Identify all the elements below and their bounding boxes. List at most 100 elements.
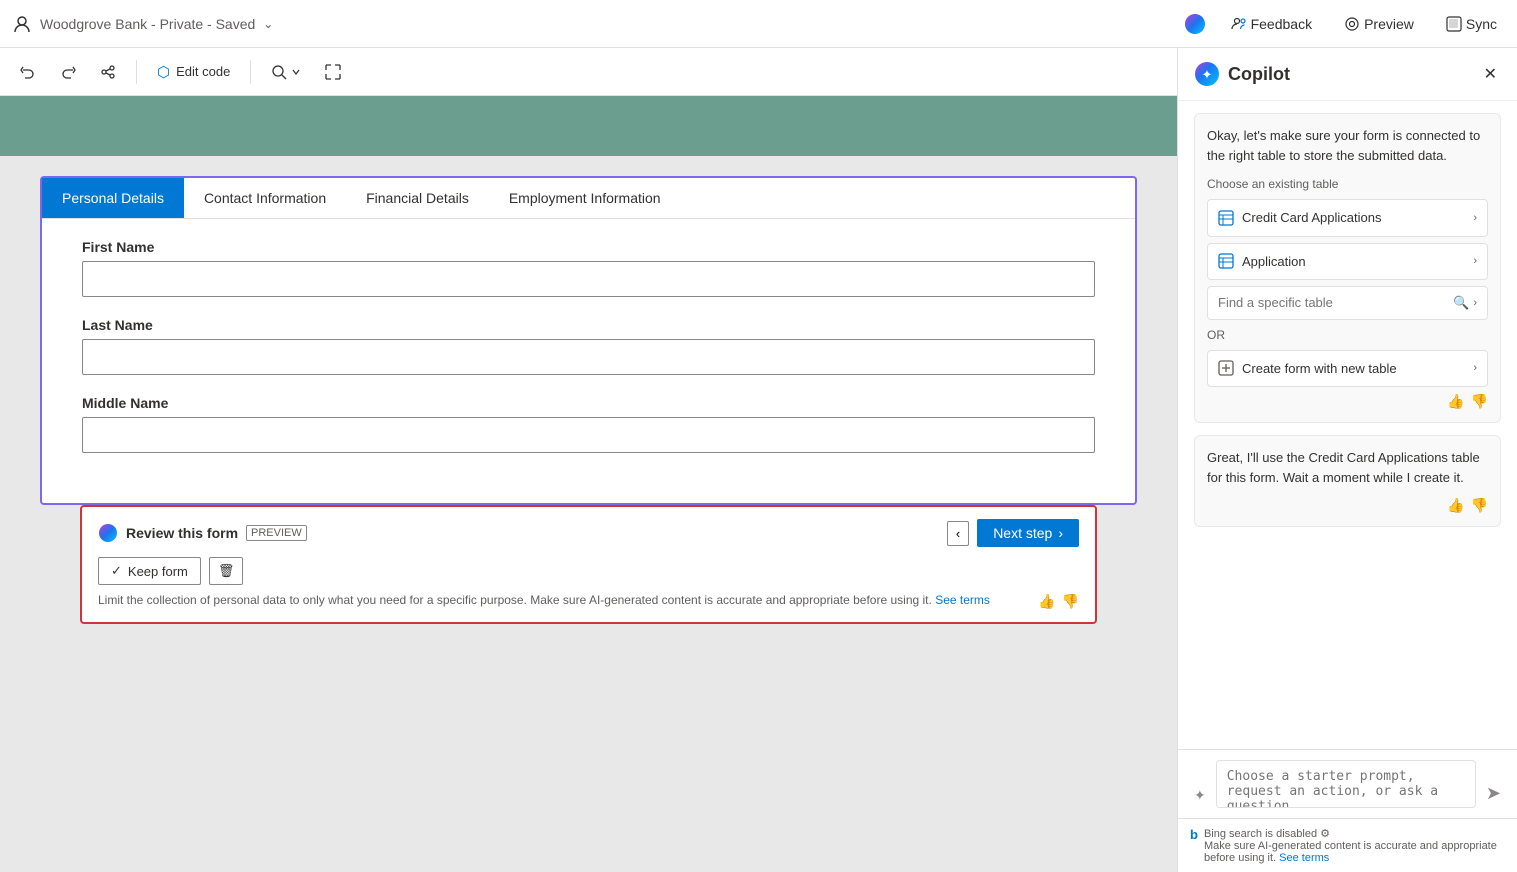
- copilot-chat-input[interactable]: [1216, 760, 1476, 808]
- table-option-credit-card[interactable]: Credit Card Applications ›: [1207, 199, 1488, 237]
- delete-button[interactable]: 🗑: [209, 557, 244, 585]
- msg2-thumbs-down[interactable]: 👎: [1471, 497, 1488, 514]
- toolbar-separator: [136, 60, 137, 84]
- sync-label: Sync: [1466, 16, 1497, 32]
- copilot-header: ✦ Copilot ✕: [1178, 48, 1517, 101]
- copilot-message-2: Great, I'll use the Credit Card Applicat…: [1194, 435, 1501, 527]
- bing-gear-icon[interactable]: ⚙: [1320, 828, 1330, 840]
- bing-footer-content: Bing search is disabled ⚙ Make sure AI-g…: [1204, 827, 1505, 864]
- create-table-icon: [1218, 360, 1234, 376]
- msg1-thumbs-down[interactable]: 👎: [1471, 393, 1488, 410]
- sync-button[interactable]: Sync: [1438, 12, 1505, 36]
- review-title: Review this form: [126, 525, 238, 541]
- bing-label: Bing search is disabled: [1204, 828, 1317, 840]
- bing-footer: b Bing search is disabled ⚙ Make sure AI…: [1178, 818, 1517, 872]
- zoom-chevron-icon: [291, 67, 301, 77]
- table-option-chevron-1: ›: [1473, 210, 1477, 227]
- title-chevron-icon[interactable]: ⌄: [263, 17, 273, 31]
- partial-hidden-field: [82, 473, 1095, 483]
- see-terms-link[interactable]: See terms: [935, 593, 990, 607]
- review-disclaimer: Limit the collection of personal data to…: [98, 593, 1079, 610]
- preview-button[interactable]: Preview: [1336, 12, 1422, 36]
- feedback-button[interactable]: Feedback: [1223, 12, 1320, 36]
- find-table-input[interactable]: [1218, 295, 1453, 310]
- preview-label: Preview: [1364, 16, 1414, 32]
- tab-contact-information[interactable]: Contact Information: [184, 178, 346, 218]
- vscode-icon: ⬡: [157, 63, 170, 81]
- msg2-thumbs-up[interactable]: 👍: [1447, 497, 1464, 514]
- next-step-arrow-icon: ›: [1058, 525, 1063, 541]
- create-table-label: Create form with new table: [1242, 359, 1397, 379]
- keep-form-button[interactable]: ✓ Keep form: [98, 557, 201, 585]
- disclaimer-text: Limit the collection of personal data to…: [98, 593, 1038, 607]
- table-option-name-1: Credit Card Applications: [1242, 208, 1381, 228]
- undo-button[interactable]: [12, 60, 44, 84]
- copilot-sparkle-button[interactable]: ✦: [1190, 783, 1210, 808]
- copilot-send-button[interactable]: ➤: [1482, 779, 1505, 808]
- search-icon: 🔍: [1453, 293, 1469, 313]
- copilot-header-icon: ✦: [1194, 61, 1220, 87]
- msg1-thumbs-up[interactable]: 👍: [1447, 393, 1464, 410]
- canvas-scroll[interactable]: Personal Details Contact Information Fin…: [0, 96, 1177, 872]
- middle-name-input[interactable]: [82, 417, 1095, 453]
- first-name-field: First Name: [82, 239, 1095, 297]
- review-feedback: 👍 👎: [1038, 593, 1079, 610]
- create-table-chevron: ›: [1473, 360, 1477, 377]
- fullscreen-button[interactable]: [317, 60, 349, 84]
- thumbs-down-button[interactable]: 👎: [1062, 593, 1079, 610]
- feedback-people-icon: [1231, 16, 1247, 32]
- topbar-right: Feedback Preview Sync: [1183, 12, 1505, 36]
- bing-footer-text: Make sure AI-generated content is accura…: [1204, 840, 1497, 864]
- next-step-label: Next step: [993, 525, 1052, 541]
- tab-personal-details[interactable]: Personal Details: [42, 178, 184, 218]
- preview-icon: [1344, 16, 1360, 32]
- app-subtitle: - Private - Saved: [151, 16, 255, 32]
- bing-icon: b: [1190, 827, 1198, 842]
- last-name-label: Last Name: [82, 317, 1095, 333]
- last-name-field: Last Name: [82, 317, 1095, 375]
- table-option-left-2: Application: [1218, 252, 1306, 272]
- nav-prev-button[interactable]: ‹: [947, 521, 969, 546]
- connect-button[interactable]: [92, 60, 124, 84]
- tab-employment-information[interactable]: Employment Information: [489, 178, 681, 218]
- redo-icon: [60, 64, 76, 80]
- create-table-left: Create form with new table: [1218, 359, 1397, 379]
- edit-code-label: Edit code: [176, 64, 230, 79]
- form-outer: Personal Details Contact Information Fin…: [40, 176, 1137, 624]
- last-name-input[interactable]: [82, 339, 1095, 375]
- sync-icon: [1446, 16, 1462, 32]
- svg-text:✦: ✦: [1202, 67, 1213, 82]
- choose-table-label: Choose an existing table: [1207, 175, 1488, 193]
- find-table-search[interactable]: 🔍 ›: [1207, 286, 1488, 320]
- form-header-band: [0, 96, 1177, 156]
- user-icon: [12, 14, 32, 34]
- table-option-application[interactable]: Application ›: [1207, 243, 1488, 281]
- tab-financial-details[interactable]: Financial Details: [346, 178, 489, 218]
- first-name-input[interactable]: [82, 261, 1095, 297]
- topbar: Woodgrove Bank - Private - Saved ⌄: [0, 0, 1517, 48]
- table-option-name-2: Application: [1242, 252, 1306, 272]
- first-name-label: First Name: [82, 239, 1095, 255]
- copilot-msg2-text: Great, I'll use the Credit Card Applicat…: [1207, 448, 1488, 487]
- review-bar-top: Review this form PREVIEW ‹ Next step ›: [98, 519, 1079, 547]
- edit-code-button[interactable]: ⬡ Edit code: [149, 59, 238, 85]
- next-step-button[interactable]: Next step ›: [977, 519, 1079, 547]
- topbar-left: Woodgrove Bank - Private - Saved ⌄: [12, 14, 1175, 34]
- toolbar-separator2: [250, 60, 251, 84]
- connect-icon: [100, 64, 116, 80]
- topbar-title: Woodgrove Bank - Private - Saved: [40, 16, 255, 32]
- review-bar-nav: ‹ Next step ›: [947, 519, 1079, 547]
- thumbs-up-button[interactable]: 👍: [1038, 593, 1055, 610]
- close-copilot-button[interactable]: ✕: [1480, 60, 1501, 88]
- form-container: Personal Details Contact Information Fin…: [40, 176, 1137, 505]
- bing-see-terms-link[interactable]: See terms: [1279, 852, 1329, 864]
- find-table-chevron: ›: [1473, 295, 1477, 312]
- copilot-msg1-text: Okay, let's make sure your form is conne…: [1207, 126, 1488, 165]
- copilot-icon[interactable]: [1183, 12, 1207, 36]
- preview-badge: PREVIEW: [246, 525, 307, 541]
- copilot-panel: ✦ Copilot ✕ Okay, let's make sure your f…: [1177, 48, 1517, 872]
- redo-button[interactable]: [52, 60, 84, 84]
- create-new-table-option[interactable]: Create form with new table ›: [1207, 350, 1488, 388]
- zoom-button[interactable]: [263, 60, 309, 84]
- table-option-chevron-2: ›: [1473, 253, 1477, 270]
